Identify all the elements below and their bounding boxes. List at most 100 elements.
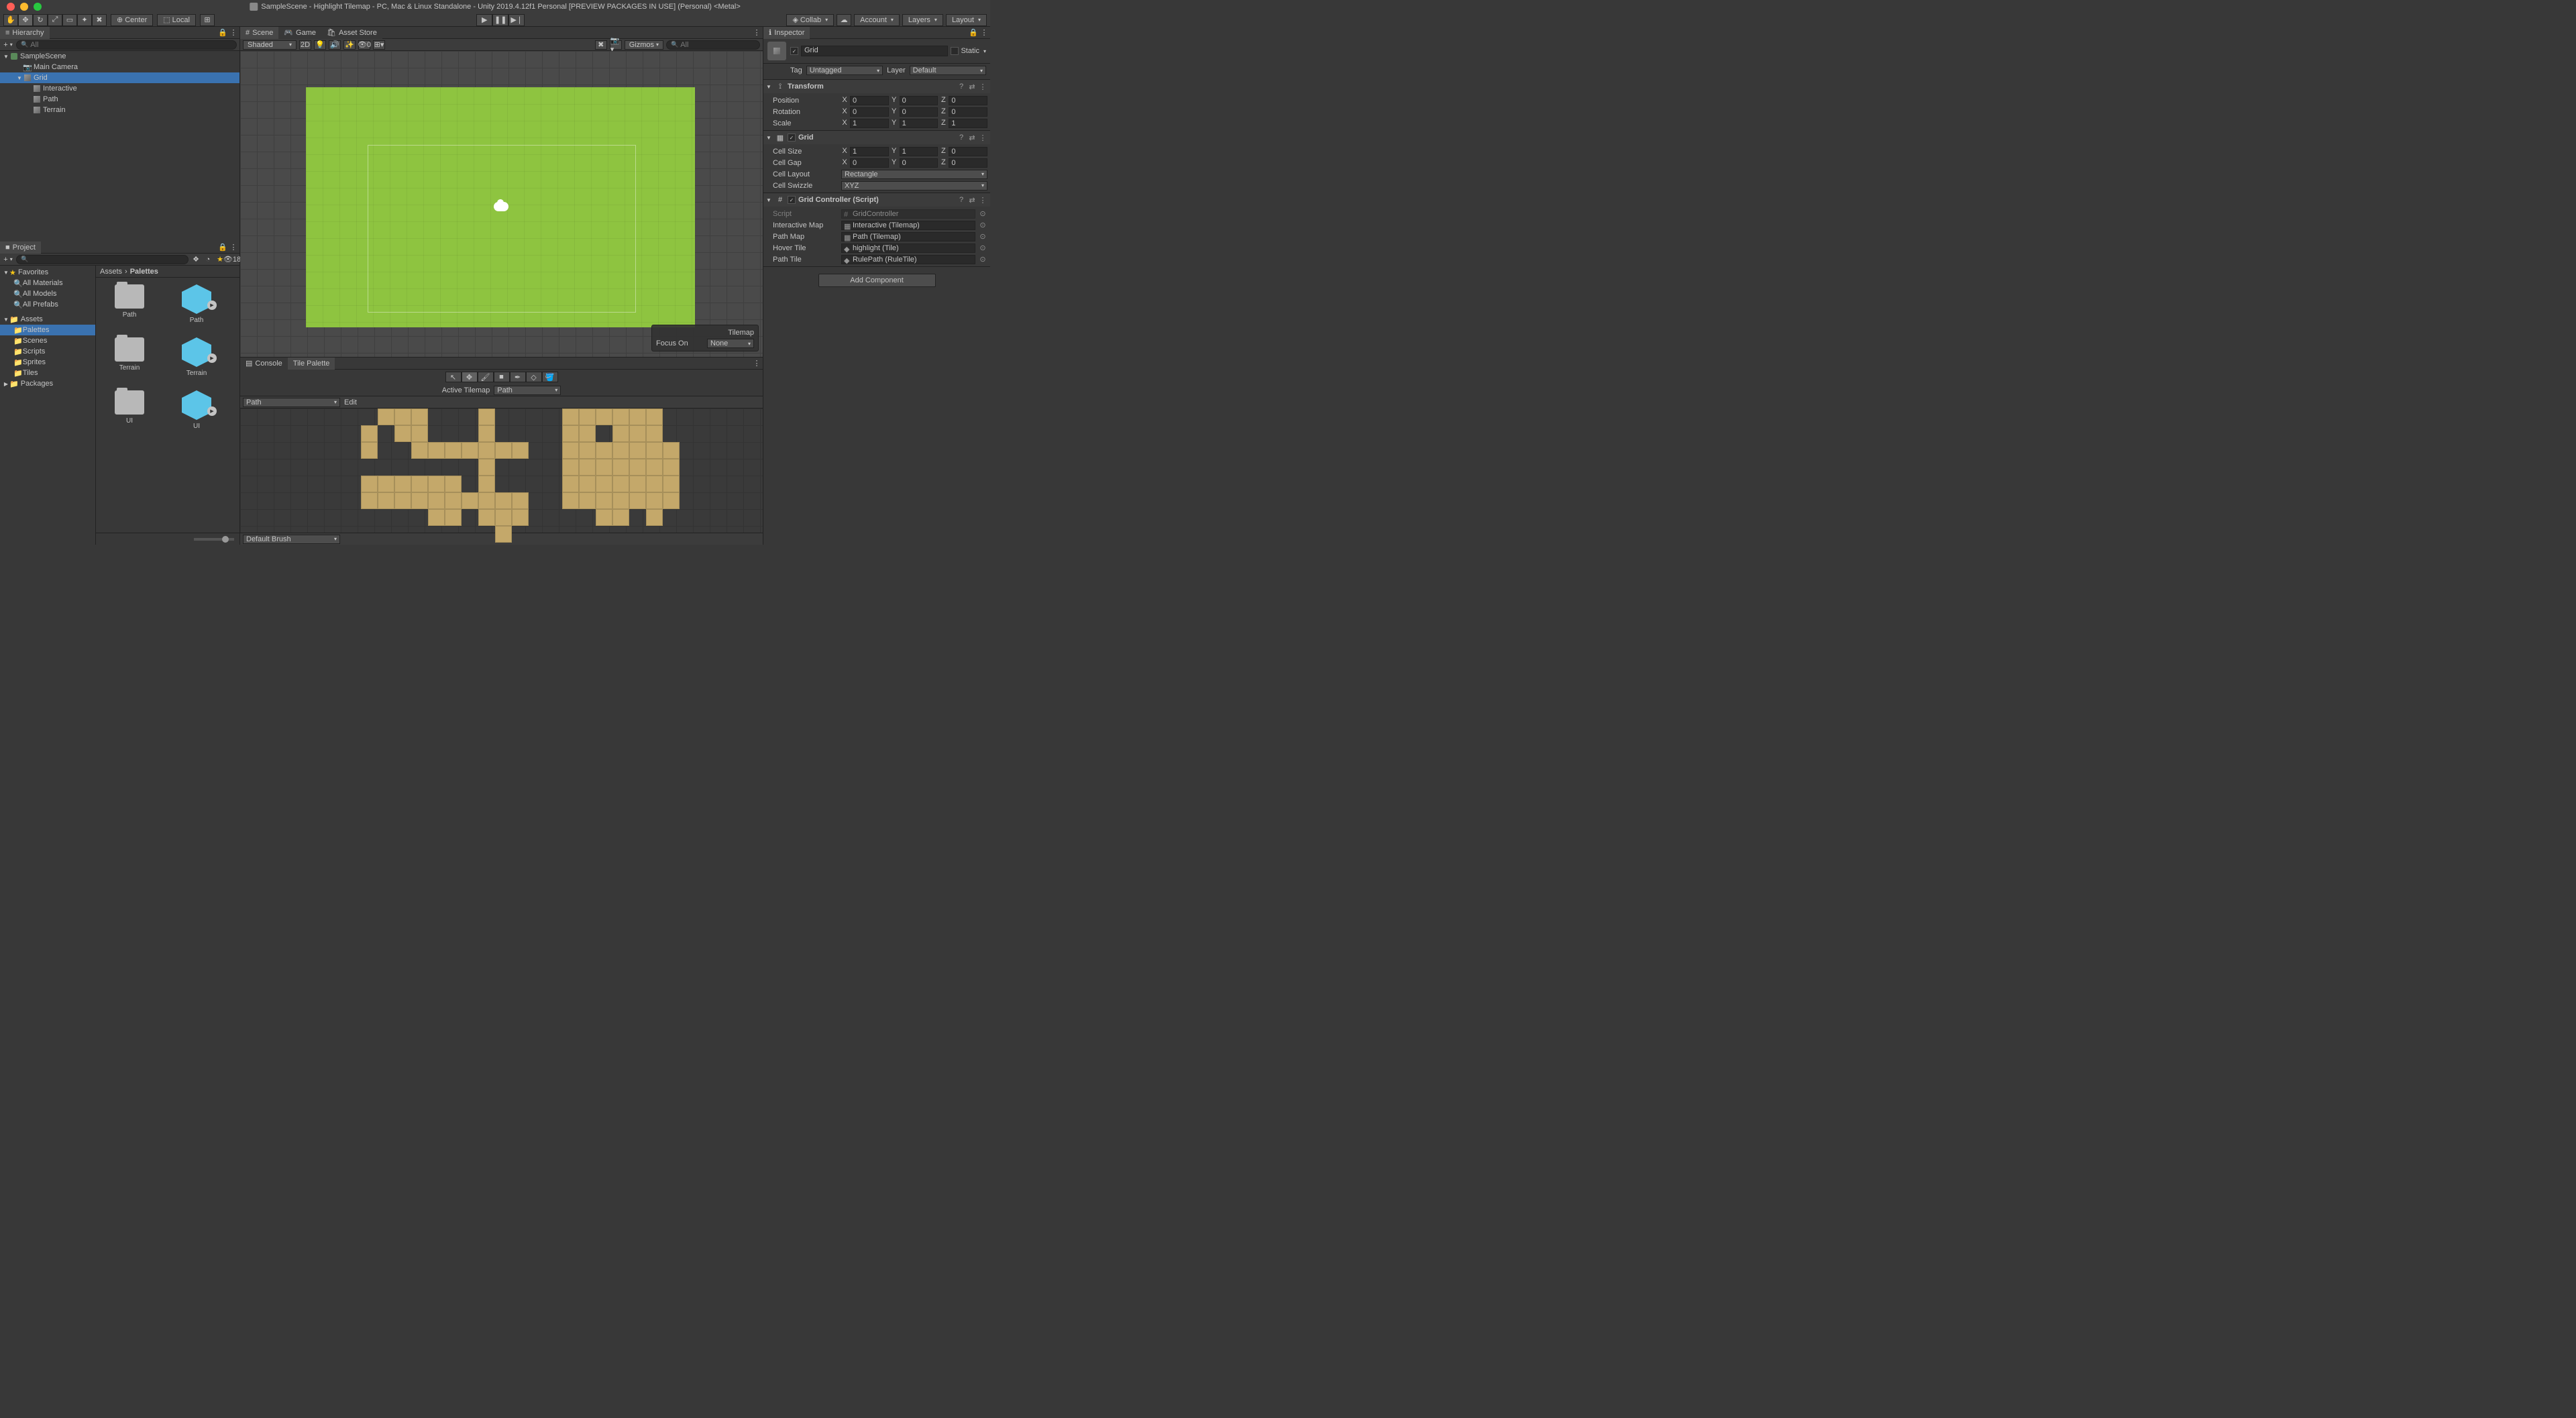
palette-tile[interactable] <box>562 442 579 459</box>
move-tool[interactable]: ✥ <box>18 14 33 26</box>
palette-tile[interactable] <box>612 509 629 526</box>
palette-tile[interactable] <box>579 492 596 509</box>
rotation-y-input[interactable]: 0 <box>900 107 938 117</box>
palette-tile[interactable] <box>462 442 478 459</box>
scale-y-input[interactable]: 1 <box>900 119 938 128</box>
palette-tile[interactable] <box>612 425 629 442</box>
transform-tool[interactable]: ✦ <box>77 14 92 26</box>
scene-tab[interactable]: #Scene <box>240 27 278 39</box>
palette-tile[interactable] <box>478 459 495 476</box>
panel-lock-icon[interactable]: 🔒 <box>969 28 978 38</box>
cell-swizzle-dropdown[interactable]: XYZ▾ <box>841 181 987 190</box>
tile-palette-viewport[interactable] <box>240 408 763 533</box>
tools-icon[interactable]: ✖ <box>595 40 607 50</box>
palette-tile[interactable] <box>629 408 646 425</box>
help-icon[interactable]: ? <box>957 195 966 205</box>
lighting-toggle[interactable]: 💡 <box>314 40 326 50</box>
object-picker-icon[interactable]: ⊙ <box>978 209 987 219</box>
palette-tile[interactable] <box>629 476 646 492</box>
brush-tile-tool[interactable]: 🖌 <box>478 372 494 382</box>
palette-tile[interactable] <box>445 476 462 492</box>
palette-tile[interactable] <box>646 509 663 526</box>
palette-tile[interactable] <box>562 425 579 442</box>
add-component-button[interactable]: Add Component <box>818 274 936 287</box>
cellsize-y-input[interactable]: 1 <box>900 147 938 156</box>
collab-dropdown[interactable]: ◈Collab▾ <box>786 14 834 26</box>
palette-tile[interactable] <box>562 408 579 425</box>
palette-tile[interactable] <box>629 425 646 442</box>
palette-tile[interactable] <box>478 442 495 459</box>
palette-tile[interactable] <box>612 408 629 425</box>
window-minimize-button[interactable] <box>20 3 28 11</box>
palette-tile[interactable] <box>646 442 663 459</box>
palette-tile[interactable] <box>579 476 596 492</box>
fav-all-materials[interactable]: 🔍All Materials <box>0 278 95 288</box>
cell-layout-dropdown[interactable]: Rectangle▾ <box>841 170 987 179</box>
rect-tool[interactable]: ▭ <box>62 14 77 26</box>
grid-toggle[interactable]: ⊞▾ <box>373 40 385 50</box>
object-picker-icon[interactable]: ⊙ <box>978 221 987 230</box>
cellgap-x-input[interactable]: 0 <box>850 158 889 168</box>
hover-tile-field[interactable]: ◆highlight (Tile) <box>841 243 975 253</box>
grid-component-header[interactable]: ▼▦ ✓ Grid ? ⇄ ⋮ <box>763 131 990 144</box>
gameobject-name-input[interactable]: Grid <box>801 46 948 56</box>
pause-button[interactable]: ❚❚ <box>492 14 508 26</box>
scene-viewport[interactable]: Tilemap Focus On None▾ <box>240 51 763 357</box>
move-tile-tool[interactable]: ✥ <box>462 372 478 382</box>
palette-tile[interactable] <box>495 492 512 509</box>
fill-tile-tool[interactable]: 🪣 <box>542 372 558 382</box>
script-component-header[interactable]: ▼# ✓ Grid Controller (Script) ? ⇄ ⋮ <box>763 193 990 207</box>
asset-item[interactable]: ▶UI <box>170 390 223 430</box>
active-checkbox[interactable]: ✓ <box>790 47 798 55</box>
assets-palettes[interactable]: 📁Palettes <box>0 325 95 335</box>
palette-tile[interactable] <box>478 492 495 509</box>
palette-tile[interactable] <box>428 509 445 526</box>
object-picker-icon[interactable]: ⊙ <box>978 255 987 264</box>
palette-dropdown[interactable]: Path▾ <box>243 398 340 407</box>
palette-tile[interactable] <box>629 459 646 476</box>
palette-tile[interactable] <box>629 442 646 459</box>
palette-tile[interactable] <box>478 408 495 425</box>
palette-tile[interactable] <box>445 442 462 459</box>
assets-tiles[interactable]: 📁Tiles <box>0 368 95 378</box>
palette-tile[interactable] <box>361 442 378 459</box>
palette-tile[interactable] <box>512 492 529 509</box>
filter-icon[interactable]: ❖ <box>191 255 201 264</box>
select-tile-tool[interactable]: ↖ <box>445 372 462 382</box>
create-dropdown[interactable]: +▾ <box>3 40 13 50</box>
script-enable-checkbox[interactable]: ✓ <box>788 196 796 204</box>
palette-tile[interactable] <box>579 459 596 476</box>
palette-edit-button[interactable]: Edit <box>344 398 357 406</box>
fx-toggle[interactable]: ✨ <box>343 40 356 50</box>
hierarchy-item-grid[interactable]: ▼Grid <box>0 72 239 83</box>
cellsize-z-input[interactable]: 0 <box>949 147 987 156</box>
shading-mode-dropdown[interactable]: Shaded▾ <box>243 40 297 50</box>
panel-lock-icon[interactable]: 🔒 <box>218 243 227 252</box>
position-z-input[interactable]: 0 <box>949 96 987 105</box>
rotate-tool[interactable]: ↻ <box>33 14 48 26</box>
palette-tile[interactable] <box>411 442 428 459</box>
asset-item[interactable]: ▶Terrain <box>170 337 223 377</box>
palette-tile[interactable] <box>579 425 596 442</box>
palette-tile[interactable] <box>378 408 394 425</box>
palette-tile[interactable] <box>428 442 445 459</box>
palette-tile[interactable] <box>646 459 663 476</box>
palette-tile[interactable] <box>495 509 512 526</box>
preset-icon[interactable]: ⇄ <box>967 195 977 205</box>
palette-tile[interactable] <box>445 492 462 509</box>
hierarchy-item-terrain[interactable]: Terrain <box>0 105 239 115</box>
project-search-input[interactable]: 🔍 <box>16 255 189 264</box>
position-y-input[interactable]: 0 <box>900 96 938 105</box>
hidden-count[interactable]: 👁18 <box>227 255 237 264</box>
cellgap-y-input[interactable]: 0 <box>900 158 938 168</box>
palette-tile[interactable] <box>495 526 512 543</box>
interactive-map-field[interactable]: ▦Interactive (Tilemap) <box>841 221 975 230</box>
cloud-button[interactable]: ☁ <box>837 14 851 26</box>
component-menu-icon[interactable]: ⋮ <box>978 195 987 205</box>
transform-component-header[interactable]: ▼⟟ Transform ? ⇄ ⋮ <box>763 80 990 93</box>
favorites-header[interactable]: ▼★ Favorites <box>0 267 95 278</box>
hierarchy-search-input[interactable]: 🔍All <box>16 40 237 50</box>
palette-tile[interactable] <box>361 425 378 442</box>
hierarchy-tab[interactable]: ≡Hierarchy <box>0 27 50 39</box>
object-picker-icon[interactable]: ⊙ <box>978 232 987 241</box>
